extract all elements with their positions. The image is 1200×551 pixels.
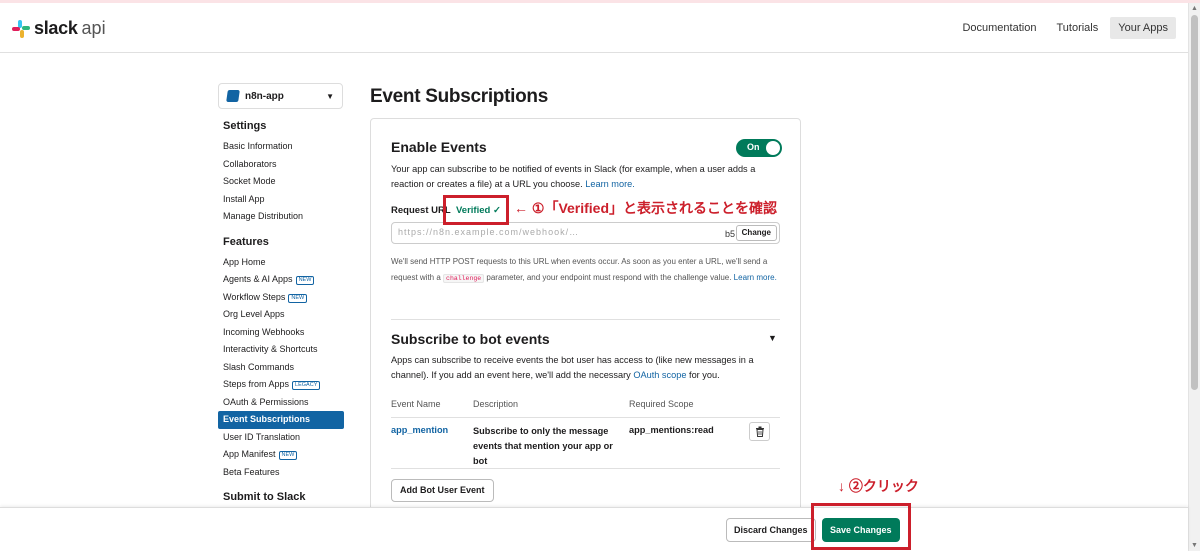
sidebar-item-agents-ai-apps[interactable]: Agents & AI Apps NEW [218, 271, 344, 289]
toggle-knob [766, 141, 780, 155]
sidebar-submit-heading: Submit to Slack [223, 491, 306, 503]
sidebar-features-heading: Features [223, 235, 269, 248]
sidebar-item-app-manifest[interactable]: App Manifest NEW [218, 446, 344, 464]
event-scope-cell: app_mentions:read [629, 425, 714, 435]
enable-events-title: Enable Events [391, 139, 487, 155]
add-bot-user-event-button[interactable]: Add Bot User Event [391, 479, 494, 502]
sidebar-item-manage-distribution[interactable]: Manage Distribution [218, 208, 344, 226]
sidebar-item-label: Org Level Apps [223, 309, 285, 319]
enable-events-description: Your app can subscribe to be notified of… [391, 164, 756, 189]
event-subscriptions-card: Enable Events On Your app can subscribe … [370, 118, 801, 518]
app-selector-name: n8n-app [245, 90, 284, 102]
trash-icon [755, 426, 764, 437]
nav-your-apps[interactable]: Your Apps [1110, 17, 1176, 39]
column-event-name: Event Name [391, 399, 441, 409]
top-nav: Documentation Tutorials Your Apps [954, 17, 1176, 39]
column-required-scope: Required Scope [629, 399, 694, 409]
table-header-divider [391, 417, 780, 418]
toggle-label: On [747, 142, 760, 152]
annotation-step1: ← ①「Verified」と表示されることを確認 [514, 200, 778, 216]
app-icon [226, 90, 240, 102]
slack-api-logo[interactable]: slack api [12, 18, 106, 39]
annotation-step2: ↓ ②クリック [838, 478, 919, 494]
sidebar-item-slash-commands[interactable]: Slash Commands [218, 359, 344, 377]
bot-events-title: Subscribe to bot events [391, 331, 550, 347]
sidebar-item-label: OAuth & Permissions [223, 396, 309, 407]
request-url-value: https://n8n.example.com/webhook/… [398, 227, 580, 237]
save-bar: Discard Changes Save Changes [0, 507, 1188, 551]
slack-logo-icon [12, 19, 30, 38]
sidebar-item-label: Steps from Apps [223, 379, 290, 389]
section-divider [391, 319, 780, 320]
sidebar-item-beta-features[interactable]: Beta Features [218, 464, 344, 482]
event-name-cell[interactable]: app_mention [391, 425, 448, 435]
scroll-up-icon[interactable]: ▲ [1191, 5, 1198, 12]
collapse-caret-icon[interactable]: ▼ [768, 333, 777, 343]
sidebar-item-badge: NEW [295, 276, 315, 285]
sidebar-item-label: Incoming Webhooks [223, 326, 305, 337]
request-url-note: We'll send HTTP POST requests to this UR… [391, 257, 777, 283]
save-highlight-box [811, 503, 911, 550]
sidebar-item-badge: NEW [278, 451, 298, 460]
request-url-input[interactable]: https://n8n.example.com/webhook/… b5 Cha… [391, 222, 780, 244]
sidebar-item-basic-information[interactable]: Basic Information [218, 138, 344, 156]
sidebar-item-label: User ID Translation [223, 431, 301, 442]
sidebar-item-incoming-webhooks[interactable]: Incoming Webhooks [218, 324, 344, 342]
sidebar-item-label: App Home [223, 256, 266, 267]
sidebar-item-install-app[interactable]: Install App [218, 191, 344, 209]
sidebar-item-interactivity-shortcuts[interactable]: Interactivity & Shortcuts [218, 341, 344, 359]
sidebar-item-app-home[interactable]: App Home [218, 254, 344, 272]
note-learn-more-link[interactable]: Learn more. [734, 273, 777, 282]
verified-highlight-box [443, 195, 509, 225]
sidebar-item-socket-mode[interactable]: Socket Mode [218, 173, 344, 191]
sidebar-item-user-id-translation[interactable]: User ID Translation [218, 429, 344, 447]
request-url-label: Request URL [391, 205, 451, 216]
sidebar-item-badge: NEW [288, 293, 308, 303]
page-title: Event Subscriptions [370, 86, 549, 107]
sidebar-item-label: Workflow Steps [223, 291, 286, 302]
sidebar-item-badge: LEGACY [292, 381, 321, 390]
column-description: Description [473, 399, 519, 409]
sidebar-item-label: Beta Features [223, 466, 280, 477]
nav-documentation[interactable]: Documentation [954, 17, 1044, 39]
discard-changes-button[interactable]: Discard Changes [726, 518, 816, 542]
chevron-down-icon: ▼ [326, 91, 334, 101]
scroll-down-icon[interactable]: ▼ [1191, 542, 1198, 549]
bot-events-description: Apps can subscribe to receive events the… [391, 355, 754, 380]
sidebar-settings-heading: Settings [223, 120, 267, 132]
sidebar-item-event-subscriptions[interactable]: Event Subscriptions [218, 411, 344, 429]
sidebar-item-steps-from-apps[interactable]: Steps from Apps LEGACY [218, 376, 344, 394]
change-url-button[interactable]: Change [735, 225, 777, 241]
app-selector[interactable]: n8n-app ▼ [218, 83, 343, 109]
brand-name: slack [34, 18, 78, 38]
table-row-divider [391, 468, 780, 469]
enable-events-toggle[interactable]: On [736, 139, 782, 157]
sidebar-item-collaborators[interactable]: Collaborators [218, 156, 344, 174]
top-header: slack api Documentation Tutorials Your A… [0, 3, 1188, 53]
sidebar-item-label: Event Subscriptions [223, 414, 311, 424]
brand-suffix: api [81, 18, 106, 38]
sidebar-item-label: Interactivity & Shortcuts [223, 344, 318, 354]
sidebar: Settings Basic Information Collaborators S… [218, 118, 344, 509]
oauth-scope-link[interactable]: OAuth scope [633, 370, 686, 380]
sidebar-item-oauth-permissions[interactable]: OAuth & Permissions [218, 394, 344, 412]
scrollbar-thumb[interactable] [1191, 15, 1198, 390]
request-url-end: b5 [724, 229, 735, 239]
sidebar-item-label: Agents & AI Apps [223, 274, 293, 284]
event-description-cell: Subscribe to only the message events tha… [473, 426, 613, 466]
sidebar-item-org-level-apps[interactable]: Org Level Apps [218, 306, 344, 324]
delete-event-button[interactable] [749, 422, 770, 441]
sidebar-item-label: Slash Commands [223, 361, 295, 372]
challenge-code: challenge [443, 273, 485, 283]
learn-more-link[interactable]: Learn more. [585, 179, 635, 189]
sidebar-item-workflow-steps[interactable]: Workflow Steps NEW [218, 289, 344, 307]
sidebar-item-label: App Manifest [223, 449, 276, 459]
nav-tutorials[interactable]: Tutorials [1048, 17, 1106, 39]
page-scrollbar[interactable]: ▲ ▼ [1188, 3, 1200, 551]
